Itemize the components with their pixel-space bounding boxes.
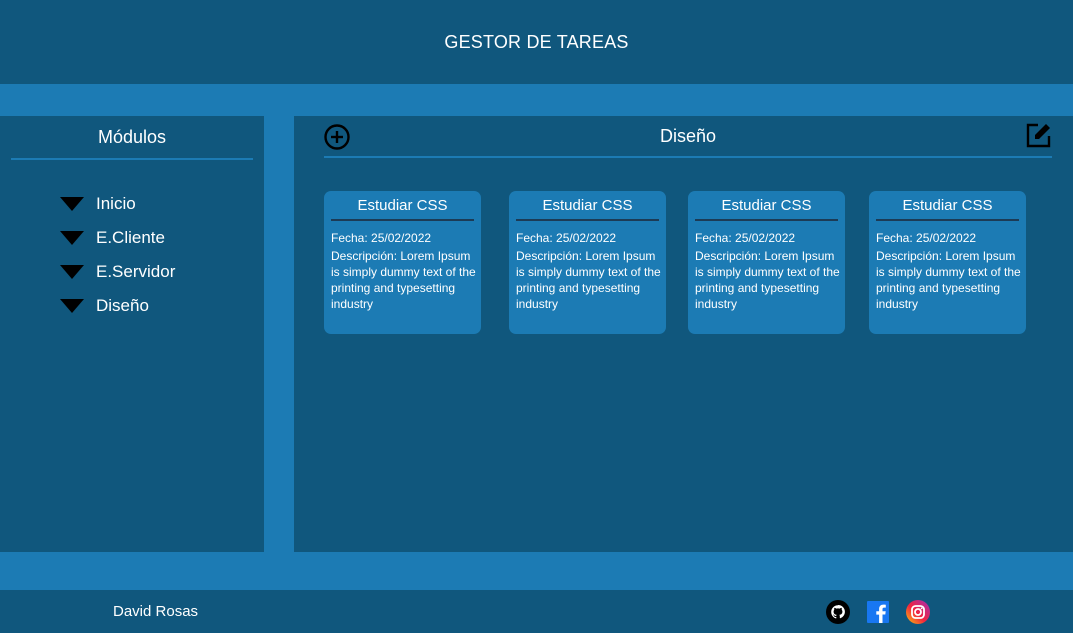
plus-circle-icon[interactable]	[324, 124, 350, 150]
facebook-icon[interactable]	[866, 600, 890, 624]
app-header: GESTOR DE TAREAS	[0, 0, 1073, 84]
sidebar-item-label: E.Cliente	[96, 228, 165, 247]
sidebar-menu: Inicio E.Cliente E.Servidor Diseño	[60, 190, 175, 326]
task-card[interactable]: Estudiar CSS Fecha: 25/02/2022 Descripci…	[688, 191, 845, 334]
triangle-down-icon	[60, 231, 84, 245]
task-card[interactable]: Estudiar CSS Fecha: 25/02/2022 Descripci…	[324, 191, 481, 334]
sidebar-item-diseno[interactable]: Diseño	[60, 292, 175, 320]
card-date: Fecha: 25/02/2022	[876, 231, 977, 245]
card-date: Fecha: 25/02/2022	[695, 231, 796, 245]
task-card[interactable]: Estudiar CSS Fecha: 25/02/2022 Descripci…	[509, 191, 666, 334]
card-description: Descripción: Lorem Ipsum is simply dummy…	[516, 249, 661, 311]
triangle-down-icon	[60, 265, 84, 279]
edit-icon[interactable]	[1024, 122, 1052, 150]
card-description: Descripción: Lorem Ipsum is simply dummy…	[876, 249, 1021, 311]
sidebar-item-ecliente[interactable]: E.Cliente	[60, 224, 175, 252]
github-icon[interactable]	[826, 600, 850, 624]
sidebar-title: Módulos	[11, 116, 253, 160]
footer: David Rosas	[0, 590, 1073, 633]
sidebar-item-label: Inicio	[96, 194, 136, 213]
card-description: Descripción: Lorem Ipsum is simply dummy…	[695, 249, 840, 311]
triangle-down-icon	[60, 197, 84, 211]
main-header: Diseño	[324, 116, 1052, 158]
card-date: Fecha: 25/02/2022	[516, 231, 617, 245]
main-panel: Diseño Estudiar CSS Fecha: 25/02/2022 De…	[294, 116, 1073, 552]
card-title: Estudiar CSS	[331, 197, 474, 221]
card-title: Estudiar CSS	[695, 197, 838, 221]
card-date: Fecha: 25/02/2022	[331, 231, 432, 245]
sidebar-item-label: Diseño	[96, 296, 149, 315]
app-title: GESTOR DE TAREAS	[444, 31, 629, 52]
instagram-icon[interactable]	[906, 600, 930, 624]
author-name: David Rosas	[113, 603, 199, 620]
card-title: Estudiar CSS	[516, 197, 659, 221]
card-description: Descripción: Lorem Ipsum is simply dummy…	[331, 249, 476, 311]
main-title: Diseño	[659, 125, 717, 146]
task-card[interactable]: Estudiar CSS Fecha: 25/02/2022 Descripci…	[869, 191, 1026, 334]
sidebar-item-label: E.Servidor	[96, 262, 176, 281]
sidebar-item-inicio[interactable]: Inicio	[60, 190, 175, 218]
sidebar: Módulos Inicio E.Cliente E.Servidor Dise…	[0, 116, 264, 552]
triangle-down-icon	[60, 299, 84, 313]
sidebar-item-eservidor[interactable]: E.Servidor	[60, 258, 175, 286]
card-title: Estudiar CSS	[876, 197, 1019, 221]
